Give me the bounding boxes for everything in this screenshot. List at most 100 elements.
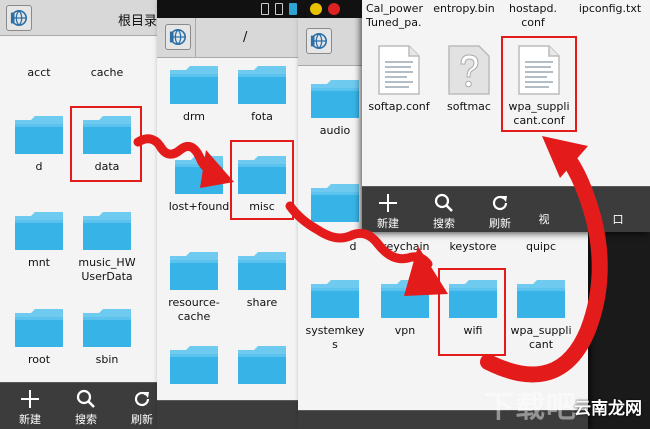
folder-label: acct [27,66,51,79]
folder-systemkeys[interactable]: systemkey s [302,276,368,352]
folder-label: vpn [394,324,416,337]
file-hostapd-conf[interactable]: hostapd. conf [500,0,566,30]
folder-label: share [246,296,278,309]
folder-label: sbin [95,353,119,366]
file-softap-conf[interactable]: softap.conf [366,44,432,114]
folder-cache[interactable]: cache [74,40,140,80]
file-ipconfig-txt[interactable]: ipconfig.txt [572,0,648,16]
folder-root[interactable]: root [6,305,72,367]
panel1-toolbar: 新建 搜索 刷新 [0,382,162,429]
folder-vpn[interactable]: vpn [372,276,438,338]
status-icon [289,3,297,15]
folder-audio[interactable]: audio [302,76,368,138]
folder-label: mnt [28,256,50,269]
folder-label: fota [251,110,273,123]
folder-wpa-supplicant[interactable]: wpa_suppli cant [508,276,574,352]
folder-icon [379,276,431,320]
folder-icon [168,62,220,106]
folder-keychain[interactable]: keychain [372,236,438,254]
storage-icon[interactable] [306,28,332,54]
refresh-icon [132,389,152,409]
folder-partial[interactable] [161,342,227,386]
file-label: softap.conf [368,100,430,113]
search-button[interactable]: 搜索 [424,193,464,231]
folder-label: wpa_suppli cant [510,324,572,351]
folder-icon [236,342,288,386]
folder-icon [236,62,288,106]
folder-icon [515,276,567,320]
highlight-box-misc [230,140,294,220]
folder-icon [13,112,65,156]
refresh-icon [490,193,510,213]
storage-icon[interactable] [165,24,191,50]
folder-label: lost+found [168,200,230,213]
highlight-box-data [70,106,142,182]
folder-acct[interactable]: acct [6,40,72,80]
search-icon [434,193,454,213]
window-button[interactable]: 口 [606,211,630,227]
folder-label: cache [90,66,124,79]
storage-icon[interactable] [6,5,32,31]
folder-resource-cache[interactable]: resource- cache [161,248,227,324]
refresh-label: 刷新 [489,217,511,230]
folder-icon [81,305,133,349]
folder-icon [81,208,133,252]
folder-share[interactable]: share [229,248,295,310]
folder-label: d [349,240,357,253]
folder-keystore[interactable]: keystore [440,236,506,254]
file-label: hostapd. conf [509,2,557,29]
panel2-toolbar [157,400,305,429]
panel4-toolbar: 新建 搜索 刷新 视 口 [362,186,650,232]
file-softmac[interactable]: softmac [436,44,502,114]
folder-quipc[interactable]: quipc [508,236,574,254]
folder-label: systemkey s [305,324,365,351]
folder-icon [168,342,220,386]
folder-lost-found[interactable]: lost+found [161,152,237,214]
refresh-button[interactable]: 刷新 [122,389,162,427]
header-divider [195,18,196,58]
new-button[interactable]: 新建 [10,389,50,427]
folder-partial[interactable] [302,180,368,224]
status-bar [157,0,305,18]
plus-icon [378,193,398,213]
folder-d[interactable]: d [6,112,72,174]
folder-label: d [35,160,43,173]
refresh-button[interactable]: 刷新 [480,193,520,231]
file-label: ipconfig.txt [578,2,642,15]
unknown-file-icon [447,44,491,96]
page-title: / [243,30,248,45]
folder-fota[interactable]: fota [229,62,295,124]
folder-icon [309,276,361,320]
folder-icon [309,76,361,120]
folder-music-hw-userdata[interactable]: music_HW UserData [74,208,140,284]
page-title: 根目录 [118,14,158,29]
folder-mnt[interactable]: mnt [6,208,72,270]
folder-icon [168,248,220,292]
refresh-label: 刷新 [131,413,153,426]
file-entropy-bin[interactable]: entropy.bin [426,0,502,16]
folder-partial[interactable] [229,342,295,386]
folder-label: root [27,353,51,366]
search-label: 搜索 [75,413,97,426]
watermark-text: 云南龙网 [574,399,642,419]
folder-sbin[interactable]: sbin [74,305,140,367]
folder-icon [13,305,65,349]
folder-label: music_HW UserData [78,256,136,283]
panel2-header: / [157,18,305,58]
window-label: 口 [612,213,624,226]
plus-icon [20,389,40,409]
folder-d-label[interactable]: d [338,236,368,254]
folder-drm[interactable]: drm [161,62,227,124]
status-icon [275,3,283,15]
panel1-header: 根目录 [0,0,162,36]
folder-label: audio [319,124,351,137]
folder-label: keystore [449,240,497,253]
search-button[interactable]: 搜索 [66,389,106,427]
highlight-box-wifi [438,268,506,356]
highlight-box-wpa-conf [501,36,577,132]
new-button[interactable]: 新建 [368,193,408,231]
view-button[interactable]: 视 [532,211,556,227]
folder-label: drm [182,110,206,123]
folder-icon [309,180,361,224]
view-label: 视 [538,213,550,226]
